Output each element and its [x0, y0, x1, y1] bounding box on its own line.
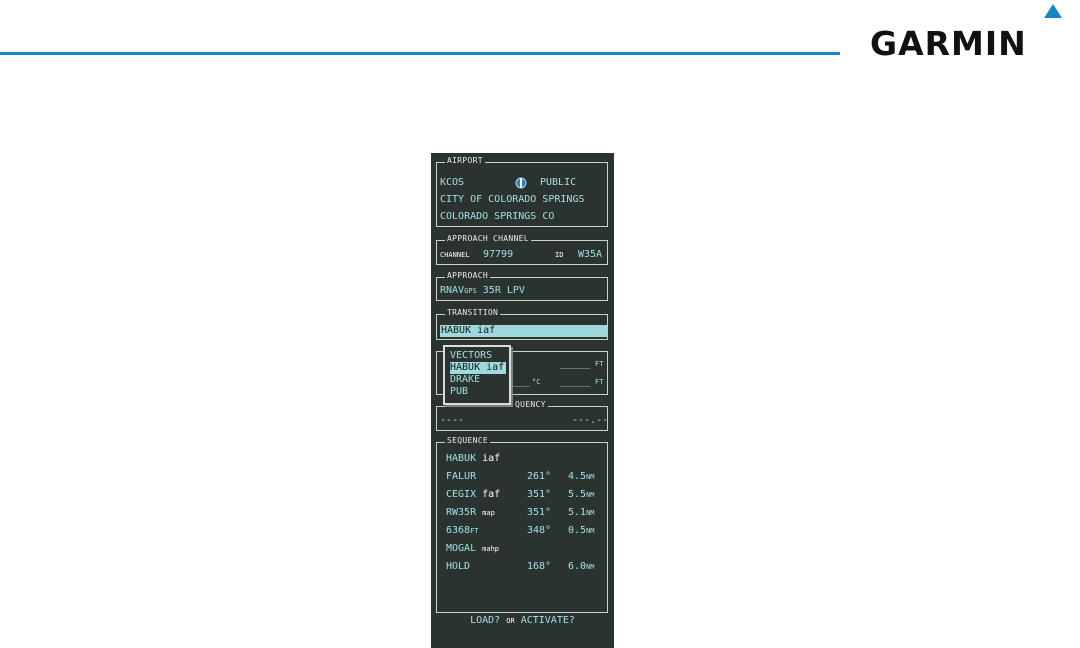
waypoint-course: 348°	[527, 525, 552, 536]
sequence-waypoint: HABUK iaf	[446, 451, 500, 467]
waypoint-name: RW35R	[446, 507, 477, 518]
minimums-dashes-1[interactable]: _____	[560, 356, 590, 372]
approach-channel-title: APPROACH CHANNEL	[445, 233, 531, 245]
approach-name-main: RNAV	[440, 285, 465, 296]
logo-triangle-icon	[1044, 4, 1062, 18]
dropdown-option-pub[interactable]: PUB	[450, 386, 506, 398]
airport-title: AIRPORT	[445, 155, 485, 167]
sequence-waypoint: RW35R map	[446, 505, 495, 521]
waypoint-tag: FT	[470, 527, 479, 535]
waypoint-distance: 6.0NM	[568, 559, 595, 575]
id-label: ID	[555, 251, 564, 259]
minimums-ft-1: FT	[595, 360, 604, 368]
procedure-panel: AIRPORT KCOS PUBLIC CITY OF COLORADO SPR…	[431, 153, 614, 648]
waypoint-distance: 5.5NM	[568, 487, 595, 503]
waypoint-tag: map	[482, 509, 495, 517]
waypoint-tag: iaf	[482, 453, 501, 464]
sequence-row: FALUR 261° 4.5NM	[446, 469, 612, 485]
approach-title: APPROACH	[445, 270, 490, 282]
dropdown-option-drake[interactable]: DRAKE	[450, 374, 506, 386]
logo-text: GARMIN	[870, 24, 1027, 63]
waypoint-tag: faf	[482, 489, 501, 500]
channel-value[interactable]: 97799	[483, 247, 513, 263]
approach-name-sub: GPS	[464, 287, 477, 295]
sequence-row: RW35R map 351° 5.1NM	[446, 505, 612, 521]
distance-unit: NM	[586, 473, 595, 481]
airport-location: COLORADO SPRINGS CO	[440, 211, 555, 222]
waypoint-tag: mahp	[482, 545, 499, 553]
sequence-waypoint: MOGAL mahp	[446, 541, 499, 557]
approach-name-rest: 35R LPV	[482, 285, 525, 296]
airport-city: CITY OF COLORADO SPRINGS	[440, 194, 585, 205]
load-activate-prompt: LOAD? OR ACTIVATE?	[431, 613, 614, 629]
airport-type: PUBLIC	[540, 177, 577, 188]
distance-unit: NM	[586, 509, 595, 517]
sequence-box: SEQUENCE HABUK iaf FALUR 261° 4.5NM CEGI…	[436, 435, 608, 613]
waypoint-name: MOGAL	[446, 543, 477, 554]
airport-box: AIRPORT KCOS PUBLIC CITY OF COLORADO SPR…	[436, 155, 608, 227]
sequence-waypoint: 6368FT	[446, 523, 479, 539]
distance-unit: NM	[586, 563, 595, 571]
temp-unit: °C	[532, 378, 541, 386]
approach-channel-row: CHANNEL 97799 ID W35A	[440, 247, 604, 263]
public-airport-icon	[515, 177, 527, 189]
distance-value: 6.0	[568, 561, 587, 572]
waypoint-name: HOLD	[446, 561, 471, 572]
frequency-title: QUENCY	[513, 399, 548, 411]
approach-box: APPROACH RNAVGPS 35R LPV	[436, 270, 608, 301]
dropdown-option-habuk[interactable]: HABUK iaf	[450, 362, 506, 374]
distance-value: 5.5	[568, 489, 587, 500]
airport-ident[interactable]: KCOS	[440, 177, 464, 188]
waypoint-name: FALUR	[446, 471, 477, 482]
waypoint-distance: 4.5NM	[568, 469, 595, 485]
minimums-dashes-2[interactable]: _____	[560, 374, 590, 390]
sequence-title: SEQUENCE	[445, 435, 490, 447]
distance-value: 0.5	[568, 525, 587, 536]
frequency-row: ---- ---.--	[440, 413, 608, 429]
frequency-right: ---.--	[572, 415, 609, 426]
garmin-logo: GARMIN	[870, 4, 1070, 64]
minimums-ft-2: FT	[595, 378, 604, 386]
id-value: W35A	[578, 249, 603, 260]
channel-label: CHANNEL	[440, 251, 470, 259]
header-rule	[0, 52, 840, 55]
temp-dashes[interactable]: ___	[512, 374, 530, 390]
waypoint-distance: 5.1NM	[568, 505, 595, 521]
approach-name[interactable]: RNAVGPS 35R LPV	[440, 283, 604, 299]
transition-box: TRANSITION HABUK iaf	[436, 307, 608, 340]
dropdown-option-vectors[interactable]: VECTORS	[450, 350, 506, 362]
or-label: OR	[506, 617, 515, 625]
waypoint-name: CEGIX	[446, 489, 477, 500]
distance-value: 4.5	[568, 471, 587, 482]
distance-value: 5.1	[568, 507, 587, 518]
waypoint-course: 351°	[527, 489, 552, 500]
sequence-row: 6368FT 348° 0.5NM	[446, 523, 612, 539]
frequency-box: QUENCY ---- ---.--	[436, 399, 608, 431]
waypoint-name: HABUK	[446, 453, 477, 464]
sequence-row: CEGIX faf 351° 5.5NM	[446, 487, 612, 503]
sequence-row: HABUK iaf	[446, 451, 612, 467]
approach-channel-box: APPROACH CHANNEL CHANNEL 97799 ID W35A	[436, 233, 608, 265]
transition-selected-field[interactable]: HABUK iaf	[440, 325, 608, 337]
sequence-row: HOLD 168° 6.0NM	[446, 559, 612, 575]
airport-ident-row: KCOS PUBLIC	[440, 175, 604, 191]
transition-title: TRANSITION	[445, 307, 501, 319]
frequency-left: ----	[440, 415, 465, 426]
waypoint-distance: 0.5NM	[568, 523, 595, 539]
sequence-waypoint: CEGIX faf	[446, 487, 500, 503]
distance-unit: NM	[586, 491, 595, 499]
load-button[interactable]: LOAD?	[470, 615, 500, 626]
distance-unit: NM	[586, 527, 595, 535]
waypoint-course: 351°	[527, 507, 552, 518]
sequence-row: MOGAL mahp	[446, 541, 612, 557]
activate-button[interactable]: ACTIVATE?	[521, 615, 575, 626]
waypoint-course: 261°	[527, 471, 552, 482]
transition-dropdown: VECTORS HABUK iaf DRAKE PUB	[443, 345, 511, 405]
waypoint-course: 168°	[527, 561, 552, 572]
waypoint-name: 6368	[446, 525, 471, 536]
